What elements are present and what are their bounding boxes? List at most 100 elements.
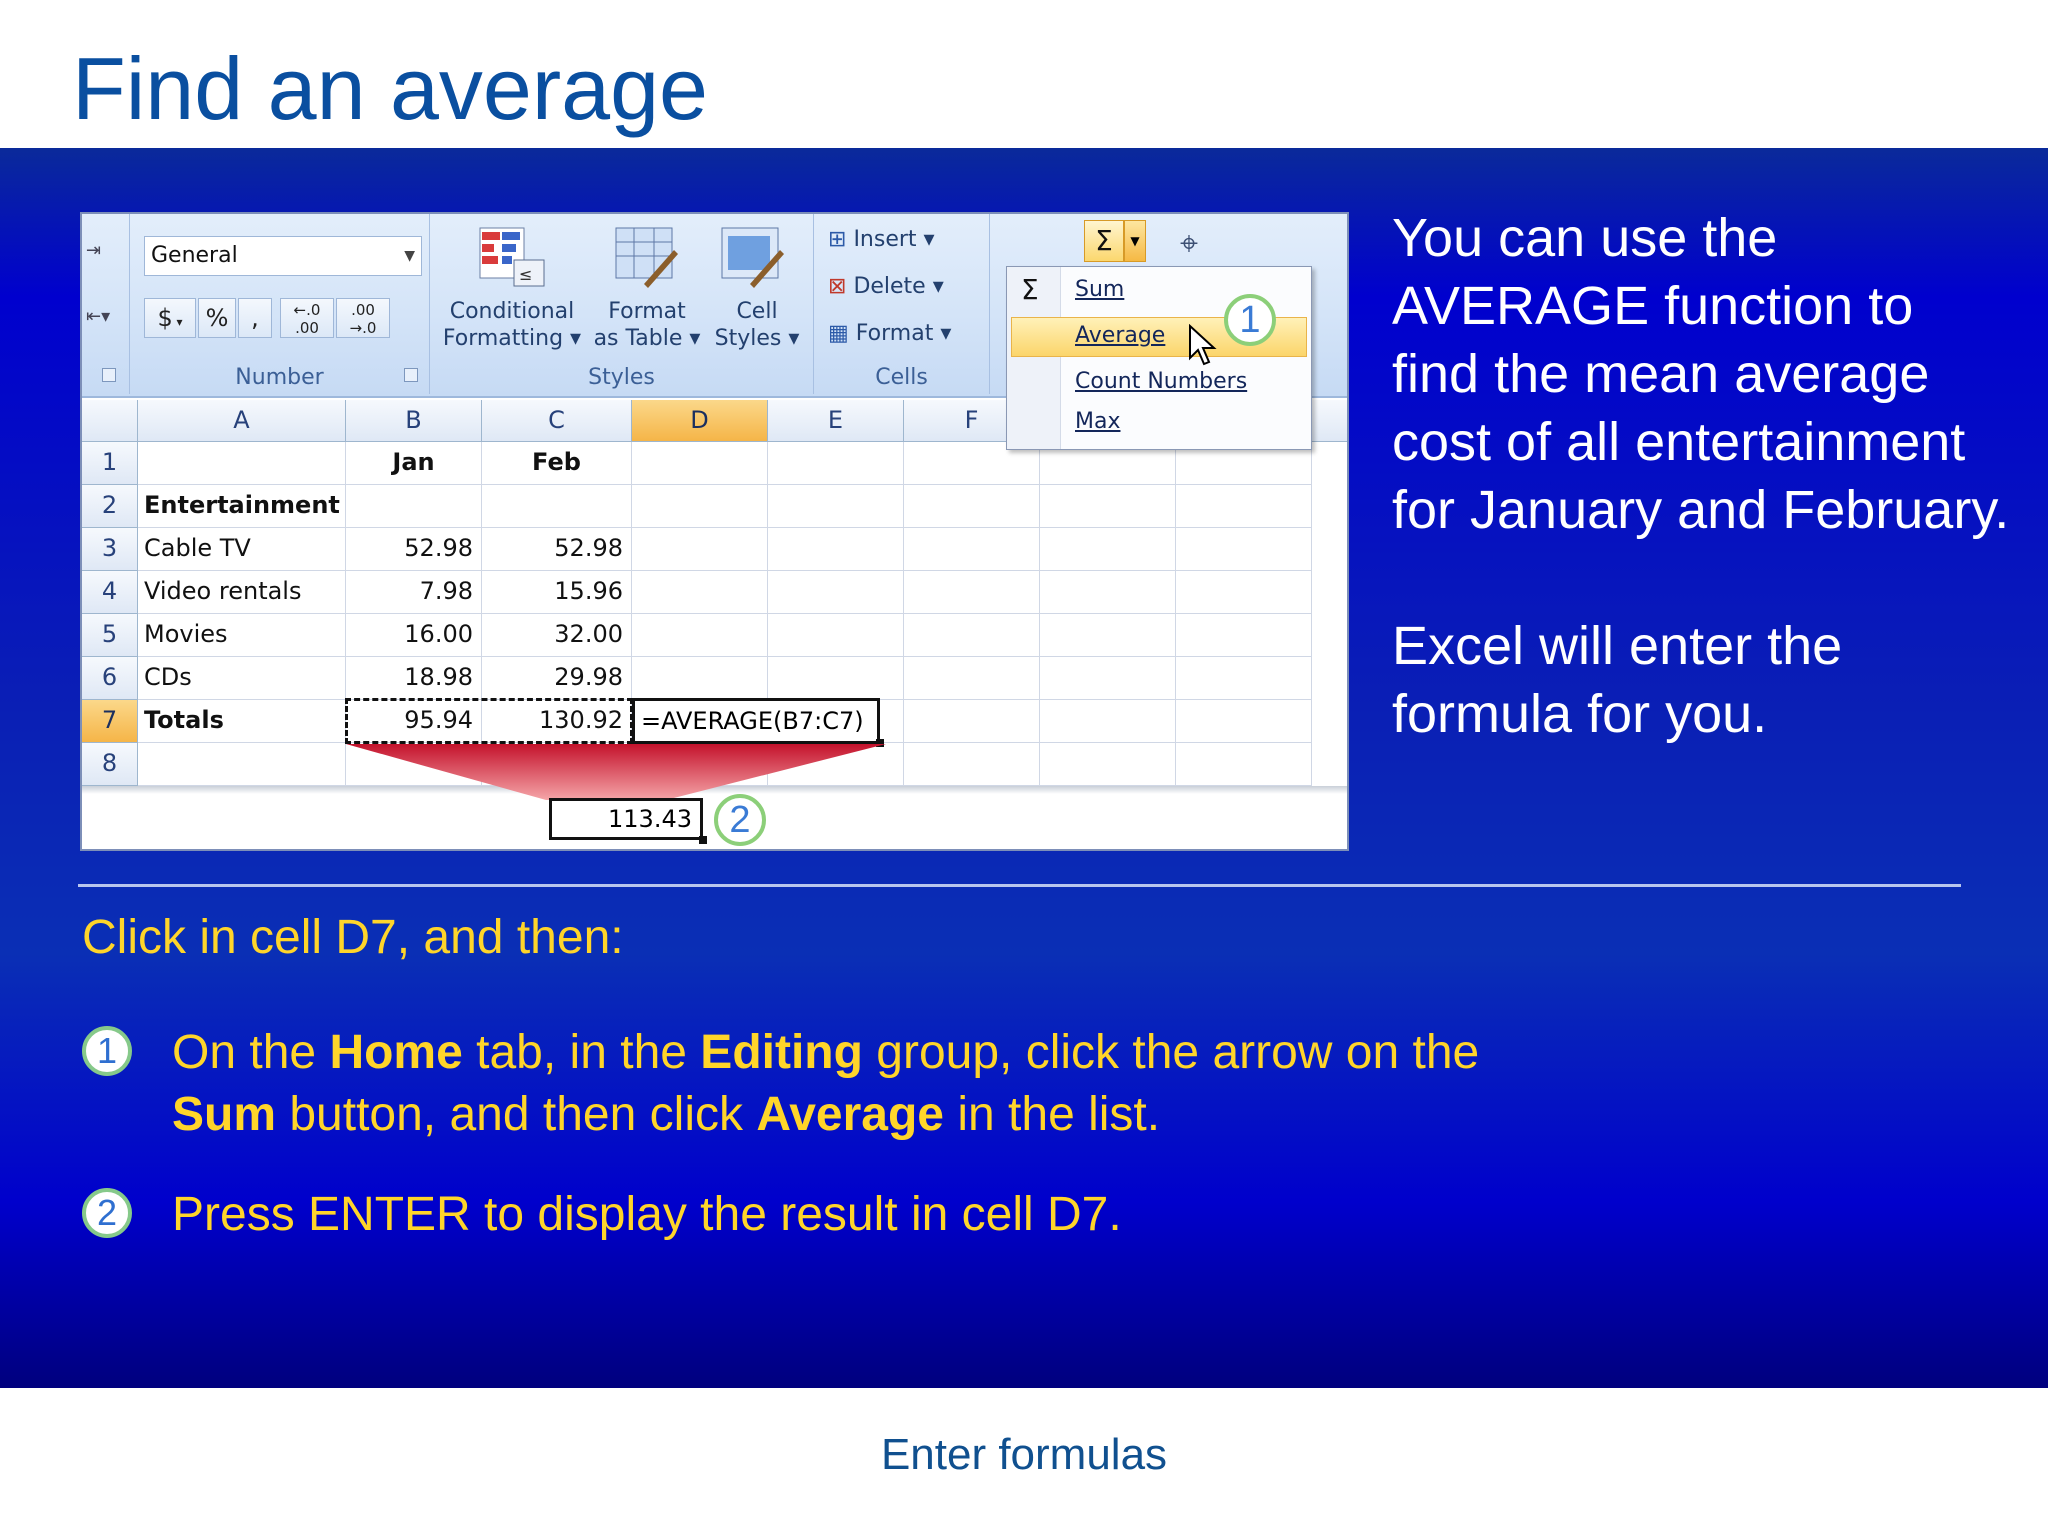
cell-g4[interactable] (1040, 571, 1176, 614)
cell-e1[interactable] (768, 442, 904, 485)
cell-h6[interactable] (1176, 657, 1312, 700)
row-header-7[interactable]: 7 (82, 700, 138, 743)
cell-c6[interactable]: 29.98 (482, 657, 632, 700)
cell-c3[interactable]: 52.98 (482, 528, 632, 571)
col-header-b[interactable]: B (346, 400, 482, 442)
formula-cell-d7[interactable]: =AVERAGE(B7:C7) (632, 698, 880, 744)
cell-f2[interactable] (904, 485, 1040, 528)
col-header-a[interactable]: A (138, 400, 346, 442)
cell-h3[interactable] (1176, 528, 1312, 571)
col-header-e[interactable]: E (768, 400, 904, 442)
cell-g5[interactable] (1040, 614, 1176, 657)
row-header-1[interactable]: 1 (82, 442, 138, 485)
cell-styles-button[interactable]: Cell Styles ▾ (702, 298, 812, 352)
result-cell[interactable]: 113.43 (549, 798, 703, 840)
cell-a1[interactable] (138, 442, 346, 485)
cell-b2[interactable] (346, 485, 482, 528)
cell-e6[interactable] (768, 657, 904, 700)
cell-f4[interactable] (904, 571, 1040, 614)
cell-f7[interactable] (904, 700, 1040, 743)
cell-f3[interactable] (904, 528, 1040, 571)
align-icon[interactable]: ⇥ (86, 240, 101, 261)
cell-e3[interactable] (768, 528, 904, 571)
number-launcher-icon[interactable] (404, 368, 418, 382)
number-format-combo[interactable]: General ▼ (144, 236, 422, 276)
conditional-formatting-button[interactable]: Conditional Formatting ▾ (432, 298, 592, 352)
cell-a7[interactable]: Totals (138, 700, 346, 743)
cell-b1[interactable]: Jan (346, 442, 482, 485)
row-header-6[interactable]: 6 (82, 657, 138, 700)
decrease-decimal-button[interactable]: .00 →.0 (336, 298, 390, 338)
cell-c2[interactable] (482, 485, 632, 528)
cell-f5[interactable] (904, 614, 1040, 657)
insert-button[interactable]: ⊞ Insert ▾ (828, 226, 988, 253)
cell-h8[interactable] (1176, 743, 1312, 786)
format-as-table-icon[interactable] (614, 226, 680, 292)
currency-button[interactable]: $ ▾ (144, 298, 196, 338)
col-header-c[interactable]: C (482, 400, 632, 442)
cell-h7[interactable] (1176, 700, 1312, 743)
cell-f6[interactable] (904, 657, 1040, 700)
cell-b5[interactable]: 16.00 (346, 614, 482, 657)
cell-a4[interactable]: Video rentals (138, 571, 346, 614)
cell-d6[interactable] (632, 657, 768, 700)
menu-item-sum[interactable]: Sum (1075, 277, 1124, 302)
cell-a2[interactable]: Entertainment (138, 485, 346, 528)
cell-g7[interactable] (1040, 700, 1176, 743)
cell-a8[interactable] (138, 743, 346, 786)
cell-g3[interactable] (1040, 528, 1176, 571)
cell-h2[interactable] (1176, 485, 1312, 528)
menu-item-max[interactable]: Max (1075, 409, 1120, 434)
autosum-menu: Σ Sum Average Count Numbers Max (1006, 266, 1312, 450)
cell-d5[interactable] (632, 614, 768, 657)
dialog-launcher-icon[interactable] (102, 368, 116, 382)
row-header-3[interactable]: 3 (82, 528, 138, 571)
cell-g6[interactable] (1040, 657, 1176, 700)
cell-b3[interactable]: 52.98 (346, 528, 482, 571)
cell-b6[interactable]: 18.98 (346, 657, 482, 700)
conditional-formatting-icon[interactable]: ≤ (478, 226, 548, 292)
cell-d1[interactable] (632, 442, 768, 485)
cell-g2[interactable] (1040, 485, 1176, 528)
cell-a6[interactable]: CDs (138, 657, 346, 700)
cell-a3[interactable]: Cable TV (138, 528, 346, 571)
cell-g8[interactable] (1040, 743, 1176, 786)
result-fill-handle[interactable] (699, 836, 707, 844)
ribbon-group-cells: ⊞ Insert ▾ ⊠ Delete ▾ ▦ Format ▾ Cells (814, 214, 990, 394)
menu-item-count-numbers[interactable]: Count Numbers (1075, 369, 1247, 394)
cell-h4[interactable] (1176, 571, 1312, 614)
menu-item-average[interactable]: Average (1075, 323, 1165, 348)
cell-d3[interactable] (632, 528, 768, 571)
cell-b4[interactable]: 7.98 (346, 571, 482, 614)
cell-e2[interactable] (768, 485, 904, 528)
row-header-5[interactable]: 5 (82, 614, 138, 657)
select-all-corner[interactable] (82, 400, 138, 442)
cell-e4[interactable] (768, 571, 904, 614)
percent-button[interactable]: % (198, 298, 236, 338)
merge-icon[interactable]: ⇤▾ (86, 306, 110, 327)
comma-button[interactable]: , (238, 298, 272, 338)
cell-f8[interactable] (904, 743, 1040, 786)
sum-dropdown-arrow[interactable]: ▼ (1124, 220, 1146, 262)
row-header-8[interactable]: 8 (82, 743, 138, 786)
row-header-2[interactable]: 2 (82, 485, 138, 528)
cell-a5[interactable]: Movies (138, 614, 346, 657)
cell-c1[interactable]: Feb (482, 442, 632, 485)
cell-c5[interactable]: 32.00 (482, 614, 632, 657)
cell-e5[interactable] (768, 614, 904, 657)
format-button[interactable]: ▦ Format ▾ (828, 320, 988, 347)
cell-d2[interactable] (632, 485, 768, 528)
col-header-d[interactable]: D (632, 400, 768, 442)
delete-button[interactable]: ⊠ Delete ▾ (828, 273, 988, 300)
format-label: Format ▾ (855, 321, 952, 346)
sum-button[interactable]: Σ (1084, 220, 1124, 262)
cell-d4[interactable] (632, 571, 768, 614)
cell-c4[interactable]: 15.96 (482, 571, 632, 614)
format-as-table-button[interactable]: Format as Table ▾ (592, 298, 702, 352)
find-binoculars-icon[interactable]: ⌖ (1180, 224, 1198, 263)
row-header-4[interactable]: 4 (82, 571, 138, 614)
increase-decimal-button[interactable]: ←.0 .00 (280, 298, 334, 338)
cell-styles-icon[interactable] (720, 226, 786, 292)
svg-text:≤: ≤ (519, 265, 532, 284)
cell-h5[interactable] (1176, 614, 1312, 657)
